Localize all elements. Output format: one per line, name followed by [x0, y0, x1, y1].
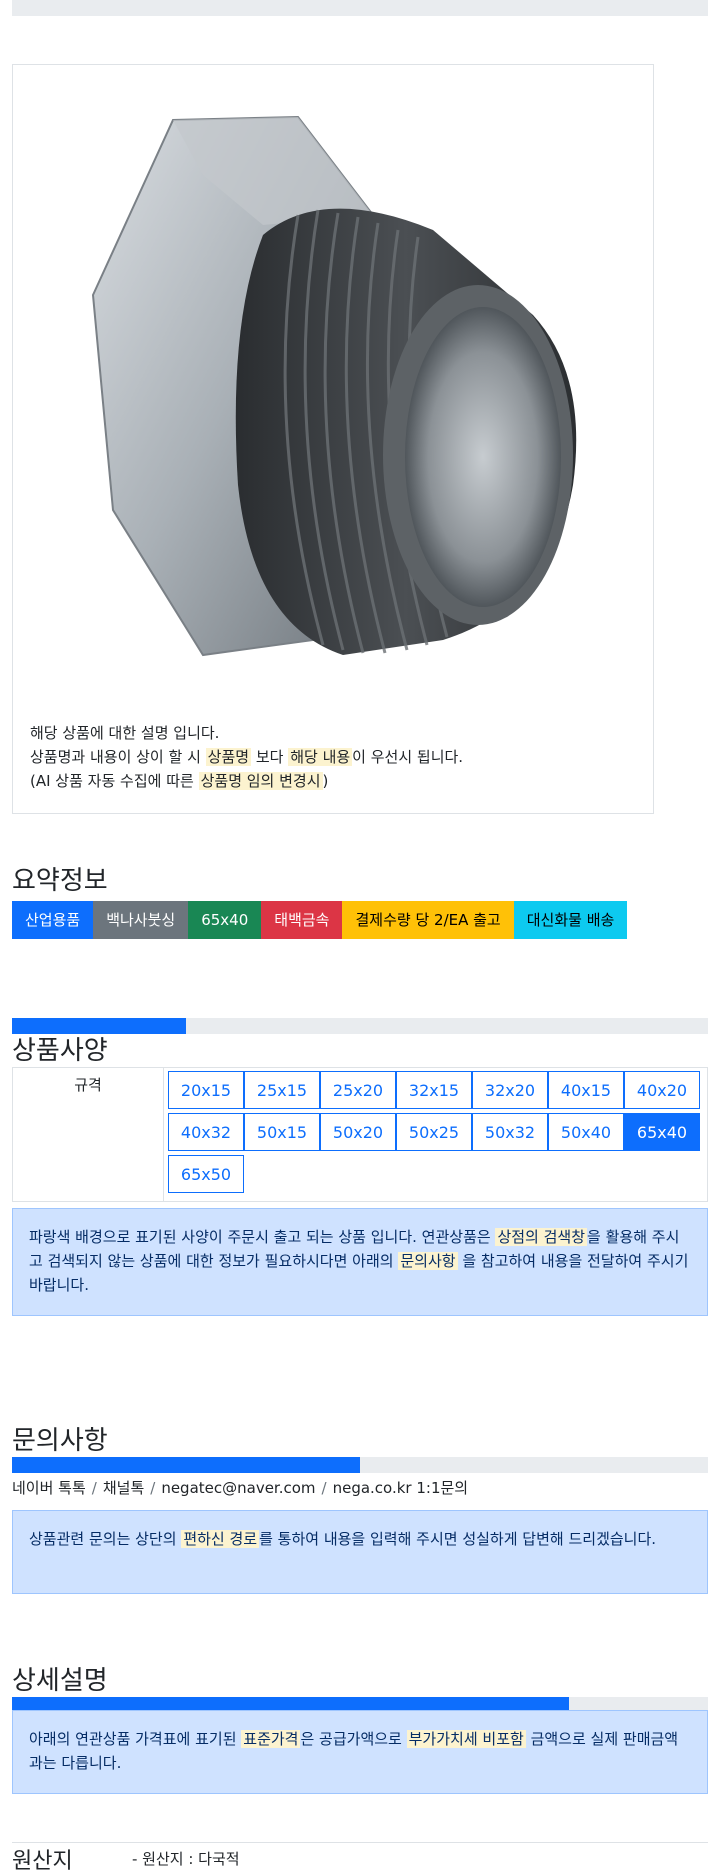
description-text: 이 우선시 됩니다. — [352, 748, 464, 766]
highlight-standard-price: 표준가격 — [241, 1730, 301, 1748]
summary-heading: 요약정보 — [12, 866, 108, 896]
inquiry-progress-fill — [12, 1457, 360, 1473]
inquiry-channel[interactable]: negatec@naver.com — [161, 1479, 315, 1497]
spec-option-40x15[interactable]: 40x15 — [548, 1071, 624, 1109]
inquiry-channel[interactable]: 채널톡 — [103, 1479, 144, 1497]
summary-badge: 태백금속 — [261, 901, 343, 939]
breadcrumb-separator: / — [91, 1479, 97, 1497]
inquiry-heading: 문의사항 — [12, 1426, 108, 1456]
notice-text: 아래의 연관상품 가격표에 표기된 — [29, 1730, 242, 1748]
description-line-3: (AI 상품 자동 수집에 따른 상품명 임의 변경시) — [30, 769, 463, 793]
spec-option-50x32[interactable]: 50x32 — [472, 1113, 548, 1151]
description-line-2: 상품명과 내용이 상이 할 시 상품명 보다 해당 내용 이 우선시 됩니다. — [30, 745, 463, 769]
highlight-name-change: 상품명 임의 변경시 — [198, 772, 323, 790]
summary-badge: 대신화물 배송 — [513, 901, 628, 939]
description-line-1: 해당 상품에 대한 설명 입니다. — [30, 724, 220, 742]
spec-option-25x20[interactable]: 25x20 — [320, 1071, 396, 1109]
highlight-store-search: 상점의 검색창 — [495, 1228, 588, 1246]
description-text: 보다 — [251, 748, 289, 766]
notice-text: 파랑색 배경으로 표기된 사양이 주문시 출고 되는 상품 입니다. 연관상품은 — [29, 1228, 496, 1246]
product-description: 해당 상품에 대한 설명 입니다. 상품명과 내용이 상이 할 시 상품명 보다… — [30, 721, 463, 793]
summary-badge: 백나사붓싱 — [93, 901, 189, 939]
breadcrumb-separator: / — [321, 1479, 327, 1497]
notice-text: 은 공급가액으로 — [300, 1730, 407, 1748]
origin-value: - 원산지 : 다국적 — [132, 1850, 240, 1868]
spec-progress — [12, 1018, 708, 1034]
spec-option-40x20[interactable]: 40x20 — [624, 1071, 700, 1109]
inquiry-channels: 네이버 톡톡 / 채널톡 / negatec@naver.com / nega.co.kr … — [12, 1477, 468, 1498]
highlight-product-name: 상품명 — [205, 748, 252, 766]
description-text: 상품명과 내용이 상이 할 시 — [30, 748, 206, 766]
highlight-inquiry: 문의사항 — [398, 1252, 458, 1270]
description-text: ) — [322, 772, 329, 790]
summary-badge: 65x40 — [188, 901, 262, 939]
spec-heading: 상품사양 — [12, 1036, 108, 1066]
origin-divider — [12, 1842, 708, 1843]
spec-option-50x15[interactable]: 50x15 — [244, 1113, 320, 1151]
origin-label: 원산지 — [12, 1849, 73, 1874]
top-progress-bar — [12, 0, 708, 16]
highlight-content: 해당 내용 — [288, 748, 353, 766]
spec-option-50x40[interactable]: 50x40 — [548, 1113, 624, 1151]
detail-notice: 아래의 연관상품 가격표에 표기된 표준가격 은 공급가액으로 부가가치세 비포함… — [12, 1710, 708, 1794]
highlight-convenient-route: 편하신 경로 — [181, 1530, 260, 1548]
product-image — [91, 115, 577, 657]
spec-option-40x32[interactable]: 40x32 — [168, 1113, 244, 1151]
notice-text: 상품관련 문의는 상단의 — [29, 1530, 182, 1548]
spec-option-25x15[interactable]: 25x15 — [244, 1071, 320, 1109]
inquiry-channel[interactable]: nega.co.kr 1:1문의 — [333, 1479, 469, 1497]
spec-option-65x40[interactable]: 65x40 — [624, 1113, 700, 1151]
inquiry-channel[interactable]: 네이버 톡톡 — [12, 1479, 86, 1497]
spec-option-32x20[interactable]: 32x20 — [472, 1071, 548, 1109]
spec-notice: 파랑색 배경으로 표기된 사양이 주문시 출고 되는 상품 입니다. 연관상품은… — [12, 1208, 708, 1316]
summary-badges: 산업용품 백나사붓싱 65x40 태백금속 결제수량 당 2/EA 출고 대신화물 배송 — [12, 901, 628, 939]
breadcrumb-separator: / — [150, 1479, 156, 1497]
spec-option-65x50[interactable]: 65x50 — [168, 1155, 244, 1193]
summary-badge: 결제수량 당 2/EA 출고 — [342, 901, 514, 939]
spec-option-32x15[interactable]: 32x15 — [396, 1071, 472, 1109]
inquiry-notice: 상품관련 문의는 상단의 편하신 경로 를 통하여 내용을 입력해 주시면 성실하… — [12, 1510, 708, 1594]
highlight-vat-excluded: 부가가치세 비포함 — [406, 1730, 526, 1748]
spec-option-20x15[interactable]: 20x15 — [168, 1071, 244, 1109]
spec-label: 규격 — [13, 1068, 164, 1201]
summary-badge: 산업용품 — [12, 901, 94, 939]
spec-table: 규격 20x15 25x15 25x20 32x15 32x20 40x15 40x20 40… — [12, 1067, 708, 1202]
spec-option-50x25[interactable]: 50x25 — [396, 1113, 472, 1151]
product-image-frame: 해당 상품에 대한 설명 입니다. 상품명과 내용이 상이 할 시 상품명 보다… — [12, 64, 654, 814]
inquiry-progress — [12, 1457, 708, 1473]
spec-option-50x20[interactable]: 50x20 — [320, 1113, 396, 1151]
notice-text: 를 통하여 내용을 입력해 주시면 성실하게 답변해 드리겠습니다. — [259, 1530, 657, 1548]
description-text: (AI 상품 자동 수집에 따른 — [30, 772, 199, 790]
detail-heading: 상세설명 — [12, 1666, 108, 1696]
